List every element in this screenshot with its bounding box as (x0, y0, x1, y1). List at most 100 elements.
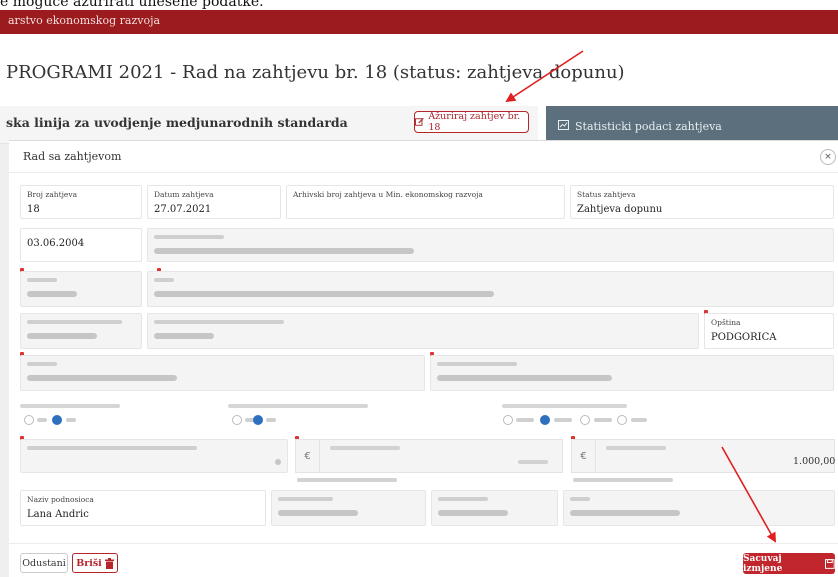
datum-zahtjeva-value: 27.07.2021 (154, 204, 212, 215)
status-podnosioca-value (278, 510, 358, 516)
broj-zahtjeva-value: 18 (27, 204, 40, 215)
naziv-firme-value (154, 291, 494, 297)
jmbg-label (27, 320, 122, 324)
opstina-label: Opština (711, 318, 741, 327)
datum-osnivanja-field[interactable]: 03.06.2004 (20, 228, 142, 262)
status-podnosioca-label (278, 497, 333, 501)
radio-option-label (66, 418, 76, 422)
iznos-projekta-field: € (295, 439, 563, 473)
cancel-button-label: Odustani (22, 557, 66, 569)
radio-group-label (502, 404, 627, 408)
radio-group-label (20, 404, 120, 408)
update-request-label: Ažuriraj zahtjev br. 18 (428, 111, 521, 133)
pib-value (27, 291, 77, 297)
radio-option-label (37, 418, 47, 422)
telefon-field (431, 490, 558, 526)
radio-option-selected[interactable] (52, 415, 62, 425)
status-zahtjeva-field[interactable]: Status zahtjeva Zahtjeva dopunu (570, 185, 834, 219)
email-field (563, 490, 835, 526)
naziv-firme-label (154, 278, 174, 282)
app-title: arstvo ekonomskog razvoja (8, 14, 161, 27)
save-button-label: Sacuvaj izmjene (743, 553, 783, 574)
djelatnost-field (20, 355, 425, 391)
radio-option[interactable] (580, 415, 590, 425)
status-podnosioca-field (271, 490, 426, 526)
trash-icon (104, 557, 114, 569)
oblik-organizovanja-label (437, 362, 517, 366)
stats-panel[interactable]: Statisticki podaci zahtjeva (546, 106, 838, 144)
broj-zahtjeva-label: Broj zahtjeva (27, 190, 78, 199)
update-request-button[interactable]: Ažuriraj zahtjev br. 18 (414, 111, 529, 133)
odgovorno-lice-label (154, 320, 284, 324)
naziv-firme-field (147, 271, 834, 307)
arhivski-broj-field[interactable]: Arhivski broj zahtjeva u Min. ekonomskog… (286, 185, 565, 219)
telefon-label (438, 497, 488, 501)
broj-zaposlenih-field (20, 439, 288, 473)
radio-option-label (594, 418, 612, 422)
opstina-value: PODGORICA (711, 332, 777, 343)
datum-zahtjeva-label: Datum zahtjeva (154, 190, 214, 199)
naziv-podnosioca-label: Naziv podnosioca (27, 495, 94, 504)
status-zahtjeva-label: Status zahtjeva (577, 190, 636, 199)
radio-option-label (516, 418, 534, 422)
radio-option[interactable] (617, 415, 627, 425)
radio-option-selected[interactable] (540, 415, 550, 425)
radio-option-label (554, 418, 572, 422)
close-icon[interactable]: × (820, 149, 836, 165)
modal-footer-divider (9, 543, 838, 544)
delete-button[interactable]: Briši (72, 553, 118, 573)
app-topbar: arstvo ekonomskog razvoja (0, 10, 838, 34)
radio-option[interactable] (232, 415, 242, 425)
oblik-organizovanja-field (430, 355, 834, 391)
datum-zahtjeva-field[interactable]: Datum zahtjeva 27.07.2021 (147, 185, 281, 219)
radio-option[interactable] (503, 415, 513, 425)
broj-zahtjeva-field[interactable]: Broj zahtjeva 18 (20, 185, 142, 219)
djelatnost-value (27, 375, 177, 381)
odgovorno-lice-value (154, 333, 214, 339)
modal-header: Rad sa zahtjevom × (9, 141, 838, 173)
status-zahtjeva-value: Zahtjeva dopunu (577, 204, 663, 215)
radio-option-label (631, 418, 647, 422)
programska-linija-field (147, 228, 834, 262)
cancel-button[interactable]: Odustani (20, 553, 68, 573)
iznos-podrske-value: 1.000,00 (793, 456, 836, 467)
top-caption: e moguće ažurirati unesene podatke. (0, 0, 264, 10)
pib-label (27, 278, 57, 282)
broj-zaposlenih-value (275, 459, 281, 465)
odgovorno-lice-field (147, 313, 699, 349)
jmbg-field (20, 313, 142, 349)
pib-field (20, 271, 142, 307)
datum-osnivanja-value: 03.06.2004 (27, 238, 85, 249)
delete-button-label: Briši (76, 557, 102, 569)
background-sidebar (0, 144, 9, 577)
jmbg-value (27, 333, 97, 339)
iznos-hint (573, 478, 673, 482)
radio-option[interactable] (24, 415, 34, 425)
naziv-podnosioca-field[interactable]: Naziv podnosioca Lana Andric (20, 490, 266, 526)
panel-title: ska linija za uvodjenje medjunarodnih st… (6, 115, 348, 130)
programska-linija-value (154, 248, 414, 254)
chart-icon (558, 120, 569, 130)
email-label (570, 497, 590, 501)
save-icon (825, 558, 835, 569)
radio-option-selected[interactable] (253, 415, 263, 425)
save-button[interactable]: Sacuvaj izmjene (743, 553, 835, 574)
iznos-projekta-value (518, 460, 548, 464)
broj-zaposlenih-label (27, 446, 197, 450)
opstina-field[interactable]: Opština PODGORICA (704, 313, 834, 349)
radio-group-label (228, 404, 368, 408)
programska-linija-label (154, 235, 224, 239)
modal-title: Rad sa zahtjevom (23, 150, 122, 163)
arhivski-broj-label: Arhivski broj zahtjeva u Min. ekonomskog… (293, 190, 483, 199)
iznos-podrske-label (606, 446, 666, 450)
oblik-organizovanja-value (437, 375, 612, 381)
iznos-projekta-label (330, 446, 400, 450)
telefon-value (438, 510, 508, 516)
radio-option-label (266, 418, 276, 422)
iznos-hint (297, 478, 397, 482)
euro-icon: € (296, 440, 320, 472)
euro-icon: € (572, 440, 596, 472)
naziv-podnosioca-value: Lana Andric (27, 509, 89, 520)
page-title: PROGRAMI 2021 - Rad na zahtjevu br. 18 (… (6, 62, 625, 83)
djelatnost-label (27, 362, 57, 366)
